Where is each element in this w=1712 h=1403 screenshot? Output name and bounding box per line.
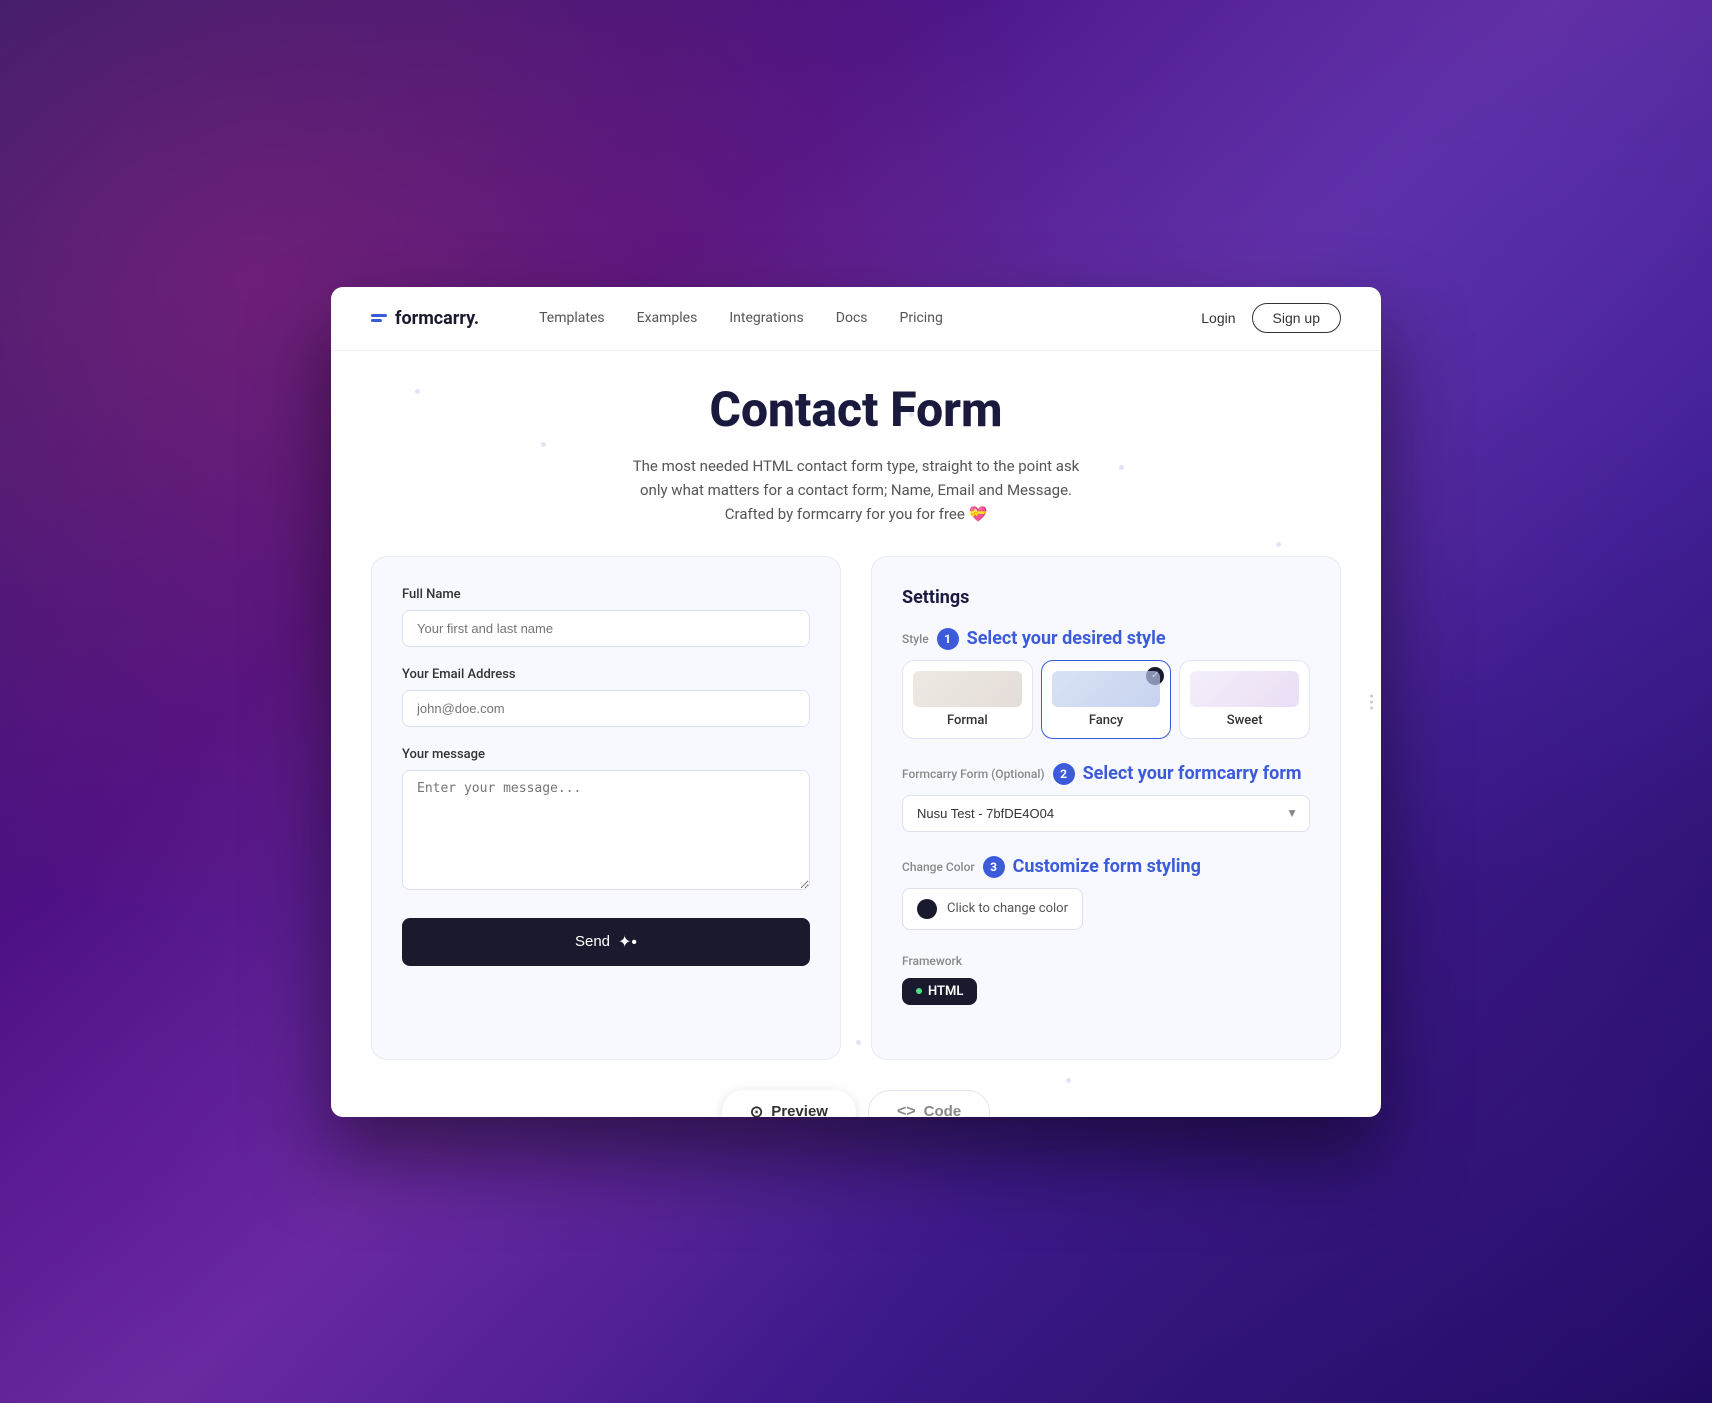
nav-pricing[interactable]: Pricing [900,310,943,326]
nav-integrations[interactable]: Integrations [729,310,803,326]
color-swatch [917,899,937,919]
preview-tab[interactable]: ⊙ Preview [722,1090,856,1117]
bottom-tabs: ⊙ Preview <> Code [371,1090,1341,1117]
code-icon: <> [897,1103,916,1117]
send-label: Send [575,933,610,950]
color-step-badge: 3 [983,856,1005,878]
color-picker-label: Click to change color [947,901,1068,916]
signup-button[interactable]: Sign up [1252,303,1341,333]
form-step-badge: 2 [1053,763,1075,785]
framework-dot [916,988,922,994]
settings-title: Settings [902,587,1310,608]
email-input[interactable] [402,690,810,727]
form-section-label: Formcarry Form (Optional) 2 Select your … [902,763,1310,785]
fancy-label: Fancy [1089,713,1123,728]
formal-preview [913,671,1022,707]
preview-label: Preview [771,1103,828,1117]
sweet-label: Sweet [1227,713,1263,728]
email-label: Your Email Address [402,667,810,682]
name-group: Full Name [402,587,810,647]
style-label-text: Style [902,632,929,646]
logo-text: formcarry. [395,308,479,329]
form-select-section: Formcarry Form (Optional) 2 Select your … [902,763,1310,832]
style-step-badge: 1 [937,628,959,650]
name-label: Full Name [402,587,810,602]
fancy-preview [1052,671,1161,707]
nav-examples[interactable]: Examples [637,310,698,326]
code-tab[interactable]: <> Code [868,1090,990,1117]
framework-value: HTML [928,984,963,999]
page-subtitle-2: only what matters for a contact form; Na… [371,478,1341,502]
framework-section-label: Framework [902,954,1310,968]
nav-actions: Login Sign up [1201,303,1341,333]
name-input[interactable] [402,610,810,647]
content-grid: Full Name Your Email Address Your messag… [371,556,1341,1060]
color-section: Change Color 3 Customize form styling Cl… [902,856,1310,930]
nav-templates[interactable]: Templates [539,310,605,326]
form-select-wrapper: Nusu Test - 7bfDE4O04 ▼ [902,795,1310,832]
style-option-sweet[interactable]: Sweet [1179,660,1310,739]
form-panel: Full Name Your Email Address Your messag… [371,556,841,1060]
login-button[interactable]: Login [1201,310,1235,326]
style-section: Style 1 Select your desired style Formal… [902,628,1310,739]
code-label: Code [924,1103,962,1117]
nav-docs[interactable]: Docs [836,310,868,326]
framework-section: Framework HTML [902,954,1310,1005]
page-subtitle-1: The most needed HTML contact form type, … [371,454,1341,478]
form-label-text: Formcarry Form (Optional) [902,767,1045,781]
message-textarea[interactable] [402,770,810,890]
framework-badge[interactable]: HTML [902,978,977,1005]
nav-links: Templates Examples Integrations Docs Pri… [539,310,1201,326]
send-button[interactable]: Send ✦• [402,918,810,966]
color-label-text: Change Color [902,860,975,874]
page-header: Contact Form The most needed HTML contac… [371,371,1341,556]
color-step-title: Customize form styling [1013,856,1201,877]
settings-panel: Settings Style 1 Select your desired sty… [871,556,1341,1060]
form-step-title: Select your formcarry form [1083,763,1302,784]
page-title: Contact Form [371,381,1341,438]
style-option-fancy[interactable]: ✓ Fancy [1041,660,1172,739]
style-selector: Formal ✓ Fancy Sweet [902,660,1310,739]
color-picker[interactable]: Click to change color [902,888,1083,930]
browser-window: formcarry. Templates Examples Integratio… [331,287,1381,1117]
email-group: Your Email Address [402,667,810,727]
formcarry-select[interactable]: Nusu Test - 7bfDE4O04 [902,795,1310,832]
style-section-label: Style 1 Select your desired style [902,628,1310,650]
sparkles-icon: ✦• [618,932,637,952]
page-subtitle-3: Crafted by formcarry for you for free 💝 [371,502,1341,526]
sweet-preview [1190,671,1299,707]
style-option-formal[interactable]: Formal [902,660,1033,739]
logo[interactable]: formcarry. [371,308,479,329]
navbar: formcarry. Templates Examples Integratio… [331,287,1381,351]
color-section-label: Change Color 3 Customize form styling [902,856,1310,878]
style-step-title: Select your desired style [967,628,1166,649]
framework-label-text: Framework [902,954,962,968]
formal-label: Formal [947,713,988,728]
logo-icon [371,314,387,322]
main-content: Contact Form The most needed HTML contac… [331,351,1381,1117]
message-label: Your message [402,747,810,762]
preview-icon: ⊙ [750,1102,763,1117]
message-group: Your message [402,747,810,894]
